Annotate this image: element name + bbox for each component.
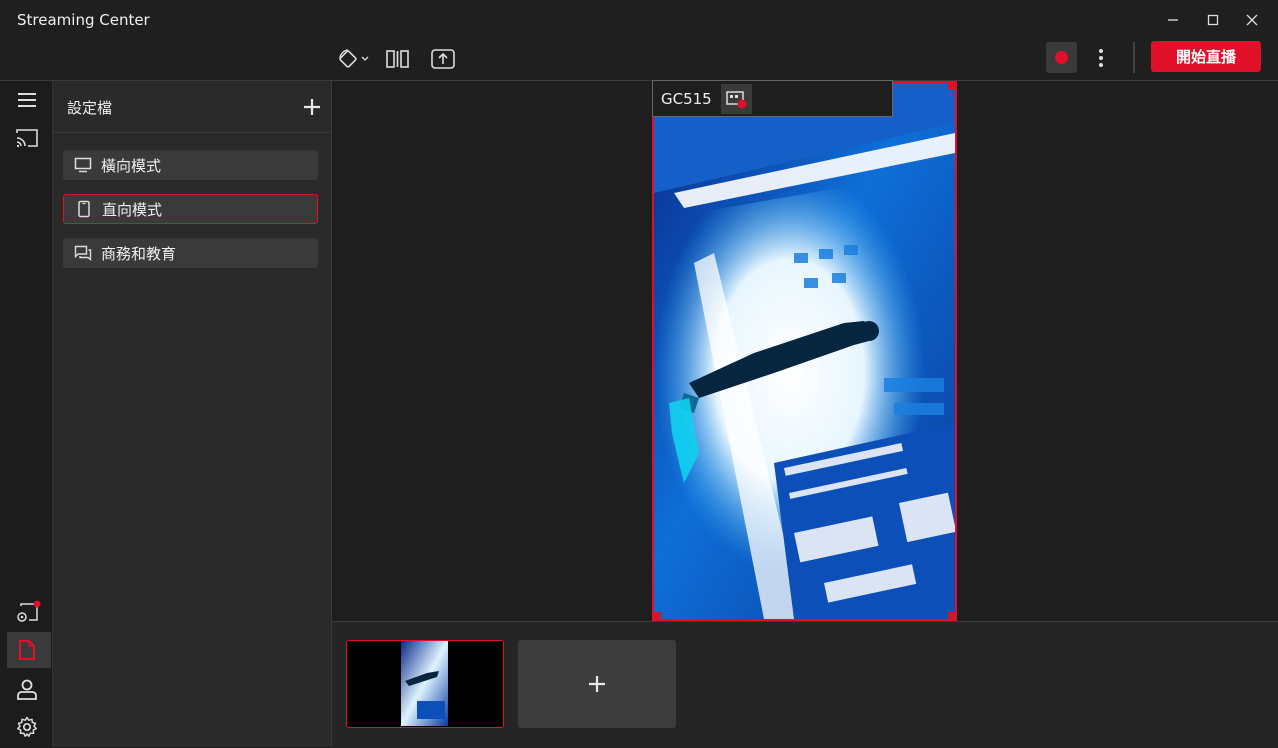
- split-layout-button[interactable]: [383, 46, 413, 72]
- scene-preview-image: [347, 641, 502, 726]
- chat-icon: [71, 241, 95, 265]
- resize-handle-bottom-right[interactable]: [948, 612, 957, 621]
- record-icon: [1055, 51, 1068, 64]
- profiles-panel: [53, 81, 332, 747]
- rotate-orientation-button[interactable]: [336, 46, 372, 72]
- profile-label: 直向模式: [102, 200, 163, 219]
- cast-button[interactable]: [12, 123, 42, 153]
- upload-icon: [431, 49, 455, 69]
- profile-label: 橫向模式: [101, 156, 162, 175]
- title-bar: [0, 0, 1278, 41]
- resize-handle-top-right[interactable]: [948, 81, 957, 90]
- device-settings-icon: [17, 600, 41, 622]
- profiles-button[interactable]: [12, 635, 42, 665]
- camera-source-icon[interactable]: [720, 83, 752, 114]
- plus-icon: [589, 676, 605, 692]
- scene-thumbnail[interactable]: [346, 640, 504, 728]
- plus-icon: [304, 99, 320, 115]
- monitor-icon: [71, 153, 95, 177]
- source-name: GC515: [661, 89, 712, 108]
- close-button[interactable]: [1239, 8, 1265, 32]
- settings-button[interactable]: [12, 712, 42, 742]
- go-live-button[interactable]: 開始直播: [1151, 41, 1261, 72]
- toolbar: [0, 40, 1278, 81]
- phone-icon: [72, 197, 96, 221]
- app-title: Streaming Center: [17, 11, 150, 29]
- add-profile-button[interactable]: [299, 94, 325, 120]
- maximize-button[interactable]: [1200, 8, 1226, 32]
- source-label[interactable]: GC515: [652, 80, 893, 117]
- upload-button[interactable]: [428, 46, 458, 72]
- record-button[interactable]: [1046, 42, 1077, 73]
- hamburger-icon: [18, 93, 36, 107]
- preview-canvas[interactable]: [652, 81, 957, 621]
- document-icon: [19, 640, 35, 660]
- close-icon: [1246, 14, 1258, 26]
- user-icon: [17, 679, 37, 700]
- resize-handle-bottom-left[interactable]: [652, 612, 661, 621]
- toolbar-divider: [1133, 42, 1135, 73]
- profile-label: 商務和教育: [101, 244, 177, 263]
- add-scene-button[interactable]: [518, 640, 676, 728]
- more-options-button[interactable]: [1090, 44, 1112, 72]
- menu-button[interactable]: [12, 85, 42, 115]
- split-layout-icon: [386, 50, 409, 68]
- device-settings-button[interactable]: [12, 598, 42, 628]
- rotate-icon: [339, 49, 369, 68]
- gear-icon: [16, 716, 38, 737]
- profile-landscape[interactable]: 橫向模式: [63, 150, 318, 180]
- minimize-icon: [1168, 19, 1178, 21]
- maximize-icon: [1207, 14, 1219, 26]
- account-button[interactable]: [12, 674, 42, 704]
- cast-icon: [16, 129, 38, 147]
- panel-title: 設定檔: [67, 99, 113, 117]
- profile-business-education[interactable]: 商務和教育: [63, 238, 318, 268]
- panel-divider: [53, 132, 331, 133]
- minimize-button[interactable]: [1160, 8, 1186, 32]
- camera-feed-image: [654, 83, 955, 619]
- profile-portrait[interactable]: 直向模式: [63, 194, 318, 224]
- more-vertical-icon: [1099, 49, 1103, 67]
